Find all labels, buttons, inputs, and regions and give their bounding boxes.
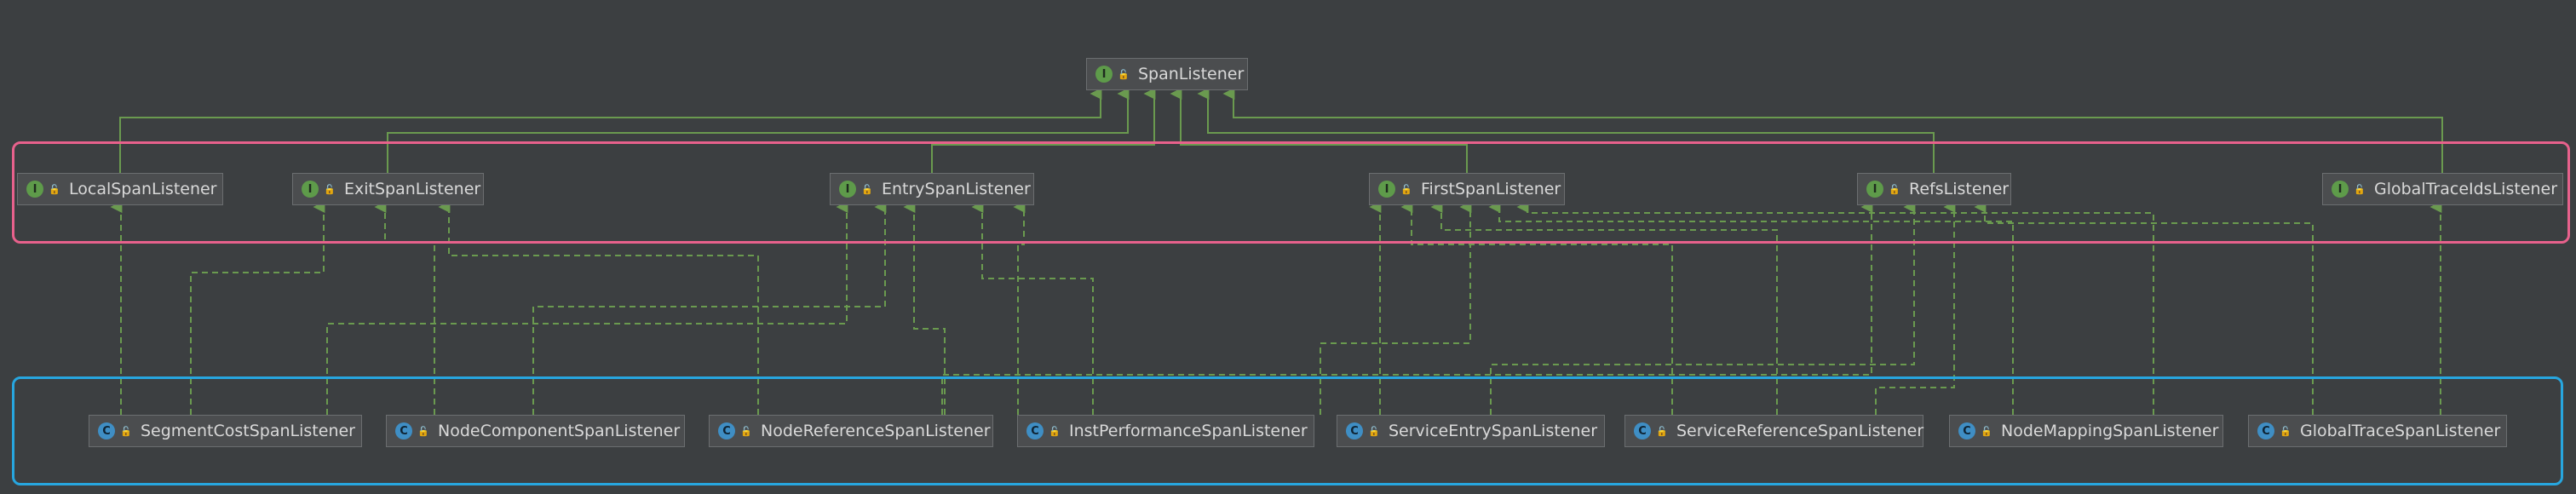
- public-lock-icon: 🔓: [2354, 183, 2366, 195]
- node-label: NodeReferenceSpanListener: [761, 422, 991, 440]
- interface-node[interactable]: I 🔓 LocalSpanListener: [17, 173, 223, 205]
- node-label: GlobalTraceIdsListener: [2374, 180, 2558, 198]
- class-icon: C: [1026, 422, 1044, 439]
- class-icon: C: [1346, 422, 1363, 439]
- class-node[interactable]: C 🔓 NodeReferenceSpanListener: [709, 415, 993, 447]
- public-lock-icon: 🔓: [1400, 183, 1412, 195]
- node-label: ExitSpanListener: [344, 180, 481, 198]
- interface-icon: I: [2332, 181, 2349, 198]
- node-label: NodeComponentSpanListener: [438, 422, 681, 440]
- interface-node[interactable]: I 🔓 FirstSpanListener: [1369, 173, 1565, 205]
- class-node[interactable]: C 🔓 GlobalTraceSpanListener: [2248, 415, 2507, 447]
- node-label: SpanListener: [1138, 65, 1245, 83]
- public-lock-icon: 🔓: [861, 183, 873, 195]
- public-lock-icon: 🔓: [324, 183, 336, 195]
- node-label: RefsListener: [1909, 180, 2010, 198]
- class-node[interactable]: C 🔓 InstPerformanceSpanListener: [1017, 415, 1314, 447]
- class-icon: C: [2257, 422, 2274, 439]
- public-lock-icon: 🔓: [1981, 425, 1992, 437]
- class-node[interactable]: C 🔓 NodeComponentSpanListener: [386, 415, 685, 447]
- class-node[interactable]: C 🔓 ServiceEntrySpanListener: [1337, 415, 1605, 447]
- node-label: FirstSpanListener: [1421, 180, 1561, 198]
- public-lock-icon: 🔓: [1049, 425, 1061, 437]
- class-node[interactable]: C 🔓 NodeMappingSpanListener: [1949, 415, 2223, 447]
- class-icon: C: [1634, 422, 1651, 439]
- node-label: ServiceEntrySpanListener: [1389, 422, 1598, 440]
- public-lock-icon: 🔓: [1656, 425, 1668, 437]
- interface-node[interactable]: I 🔓 RefsListener: [1857, 173, 2011, 205]
- class-icon: C: [98, 422, 115, 439]
- interface-icon: I: [26, 181, 43, 198]
- interface-node[interactable]: I 🔓 ExitSpanListener: [292, 173, 484, 205]
- interface-icon: I: [1095, 66, 1113, 83]
- public-lock-icon: 🔓: [1368, 425, 1380, 437]
- interface-icon: I: [302, 181, 319, 198]
- node-label: ServiceReferenceSpanListener: [1676, 422, 1924, 440]
- class-icon: C: [718, 422, 735, 439]
- public-lock-icon: 🔓: [2280, 425, 2291, 437]
- node-label: EntrySpanListener: [882, 180, 1031, 198]
- interface-icon: I: [1378, 181, 1395, 198]
- root-interface-node[interactable]: I 🔓 SpanListener: [1086, 58, 1248, 90]
- interface-node[interactable]: I 🔓 EntrySpanListener: [830, 173, 1034, 205]
- class-icon: C: [1958, 422, 1975, 439]
- node-label: LocalSpanListener: [69, 180, 217, 198]
- class-icon: C: [395, 422, 412, 439]
- class-node[interactable]: C 🔓 SegmentCostSpanListener: [89, 415, 362, 447]
- interface-icon: I: [1866, 181, 1883, 198]
- public-lock-icon: 🔓: [1118, 68, 1130, 80]
- public-lock-icon: 🔓: [120, 425, 132, 437]
- class-node[interactable]: C 🔓 ServiceReferenceSpanListener: [1624, 415, 1923, 447]
- public-lock-icon: 🔓: [1889, 183, 1900, 195]
- node-label: NodeMappingSpanListener: [2001, 422, 2219, 440]
- interface-icon: I: [839, 181, 856, 198]
- public-lock-icon: 🔓: [417, 425, 429, 437]
- public-lock-icon: 🔓: [49, 183, 60, 195]
- node-label: SegmentCostSpanListener: [141, 422, 355, 440]
- public-lock-icon: 🔓: [740, 425, 752, 437]
- node-label: GlobalTraceSpanListener: [2300, 422, 2501, 440]
- interface-node[interactable]: I 🔓 GlobalTraceIdsListener: [2322, 173, 2563, 205]
- node-label: InstPerformanceSpanListener: [1069, 422, 1308, 440]
